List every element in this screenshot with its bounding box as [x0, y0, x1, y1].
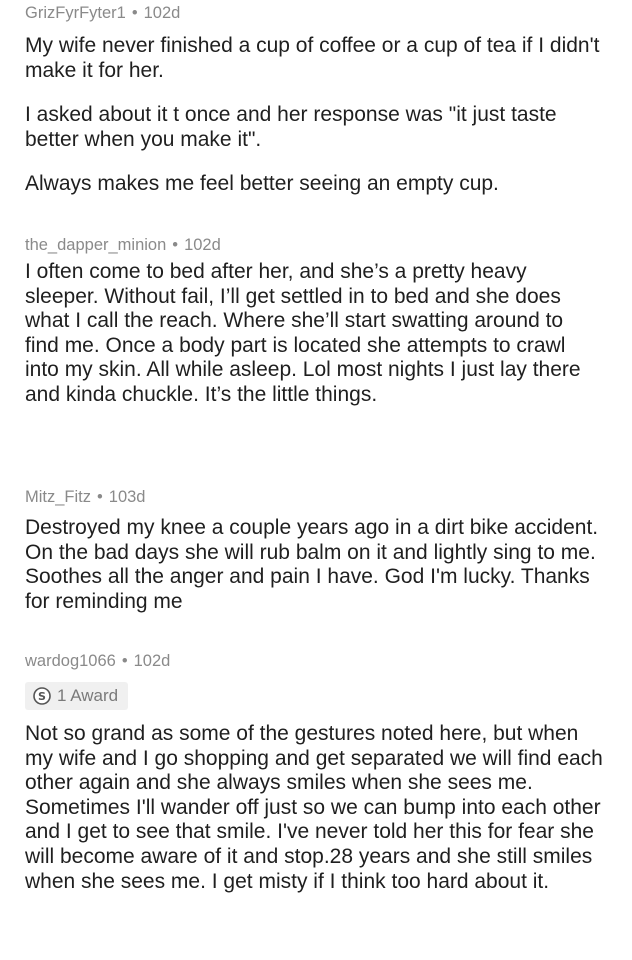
comment-paragraph: I asked about it t once and her response…: [25, 103, 557, 151]
comment-meta: wardog1066 • 102d: [25, 650, 625, 672]
comment: the_dapper_minion • 102d I often come to b…: [0, 234, 632, 408]
comment-username[interactable]: wardog1066: [25, 652, 116, 670]
comment-age: 102d: [184, 236, 221, 254]
comment: Mitz_Fitz • 103d Destroyed my knee a coupl…: [0, 486, 632, 614]
meta-separator: •: [97, 488, 103, 506]
comment-username[interactable]: Mitz_Fitz: [25, 488, 91, 506]
comment-meta: the_dapper_minion • 102d: [25, 234, 625, 256]
silver-award-icon: S: [33, 687, 51, 705]
meta-separator: •: [121, 652, 128, 670]
meta-separator: •: [131, 4, 138, 22]
comment-paragraph: Destroyed my knee a couple years ago in …: [25, 516, 599, 613]
comment-paragraph: I often come to bed after her, and she’s…: [25, 260, 581, 406]
comment-username[interactable]: the_dapper_minion: [25, 236, 166, 254]
comment-paragraph: My wife never finished a cup of coffee o…: [25, 34, 600, 82]
svg-text:S: S: [38, 690, 46, 703]
comment-username[interactable]: GrizFyrFyter1: [25, 4, 126, 22]
meta-separator: •: [172, 236, 179, 254]
comment-age: 102d: [133, 652, 171, 670]
comment-meta: Mitz_Fitz • 103d: [25, 486, 625, 508]
comment-meta: GrizFyrFyter1 • 102d: [25, 2, 625, 24]
award-badge[interactable]: S 1 Award: [25, 682, 129, 710]
comment-paragraph: Not so grand as some of the gestures not…: [25, 722, 603, 893]
comment-paragraph: Always makes me feel better seeing an em…: [25, 172, 499, 196]
comment: GrizFyrFyter1 • 102d My wife never finishe…: [0, 2, 632, 197]
award-label: 1 Award: [57, 686, 119, 705]
comment: wardog1066 • 102d S 1 Award Not so grand a…: [0, 650, 632, 894]
comment-age: 102d: [143, 4, 181, 22]
comment-age: 103d: [108, 488, 146, 506]
